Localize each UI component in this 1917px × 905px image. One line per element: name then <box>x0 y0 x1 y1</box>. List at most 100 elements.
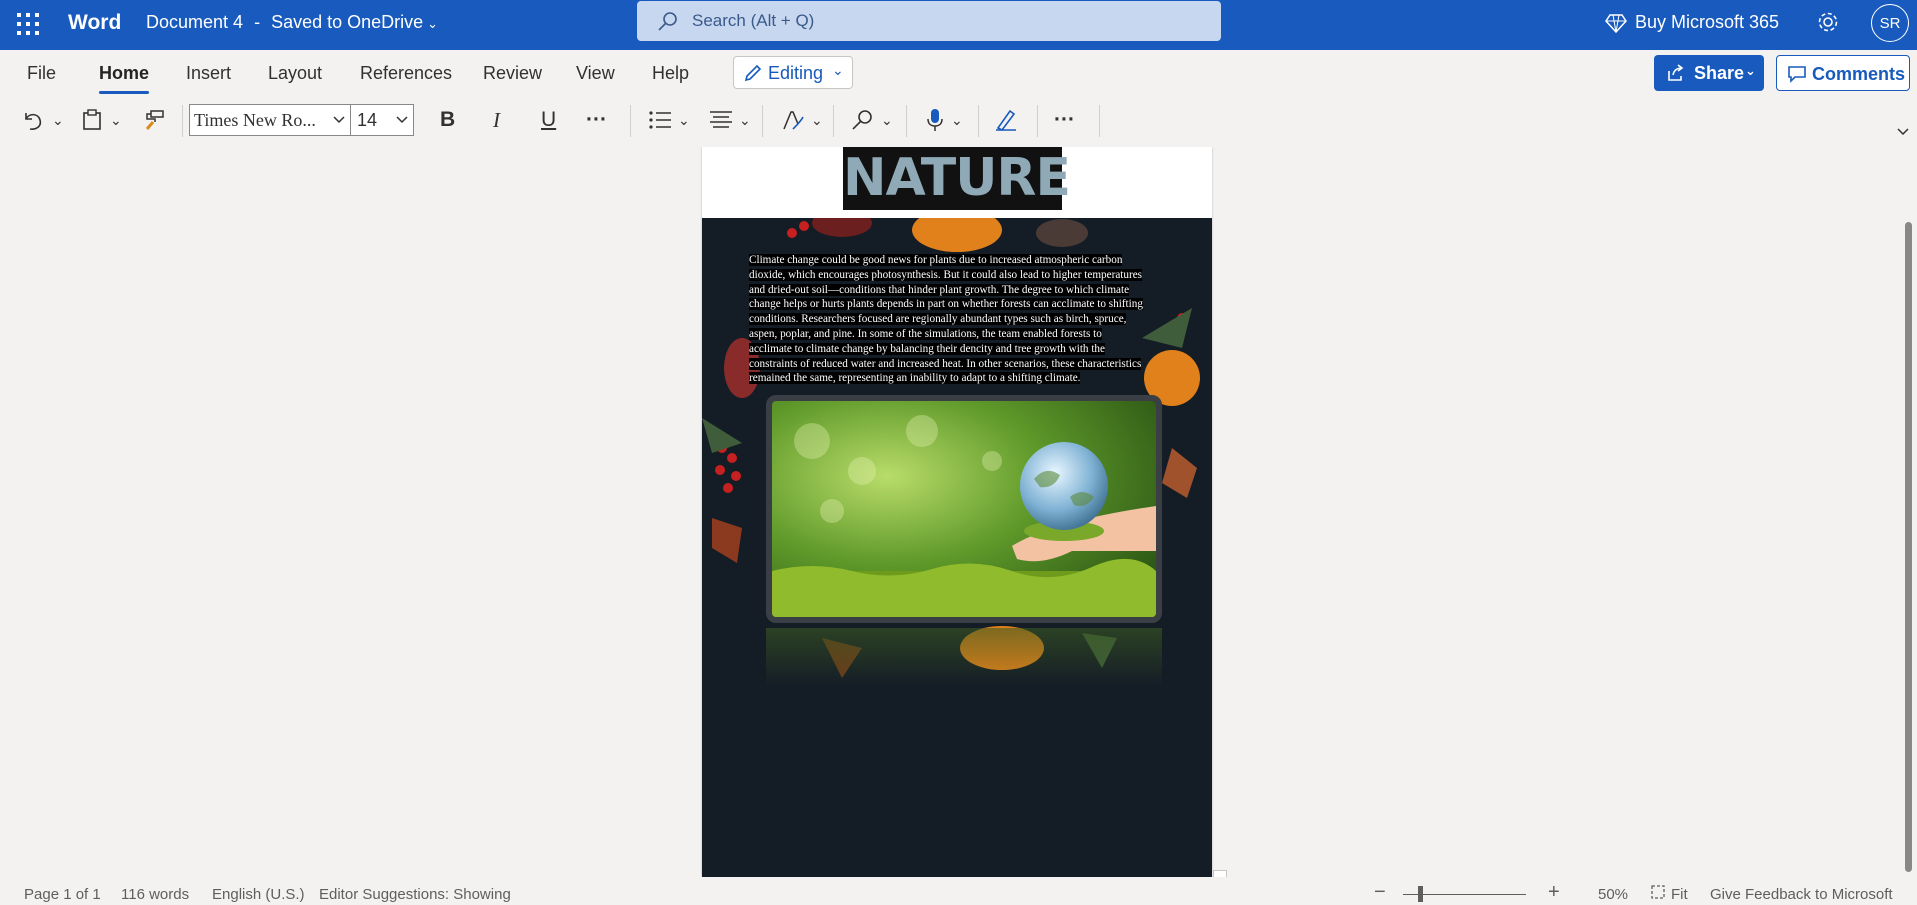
chevron-down-icon <box>396 116 408 124</box>
find-button[interactable]: ⌄ <box>851 97 893 143</box>
search-placeholder: Search (Alt + Q) <box>692 11 815 30</box>
photo-reflection <box>766 628 1162 688</box>
scrollbar-thumb[interactable] <box>1905 222 1912 872</box>
chevron-down-icon: ⌄ <box>811 111 823 128</box>
chevron-down-icon: ⌄ <box>678 111 690 128</box>
align-button[interactable]: ⌄ <box>709 97 751 143</box>
menu-bar: File Home Insert Layout References Revie… <box>0 50 1917 97</box>
tab-home[interactable]: Home <box>99 63 150 94</box>
comments-button[interactable]: Comments <box>1776 55 1910 91</box>
app-name[interactable]: Word <box>68 11 121 35</box>
zoom-level[interactable]: 50% <box>1598 886 1628 903</box>
font-size-select[interactable]: 14 <box>350 104 414 136</box>
styles-icon <box>783 111 804 130</box>
chevron-down-icon: ⌄ <box>832 62 844 78</box>
body-line: acclimate to climate change by balancing… <box>749 342 1105 355</box>
paste-button[interactable]: ⌄ <box>82 97 122 143</box>
tab-insert[interactable]: Insert <box>186 63 231 84</box>
ribbon-separator <box>1099 105 1100 137</box>
collapse-ribbon-chevron-icon[interactable] <box>1896 127 1910 137</box>
document-canvas[interactable]: NATURE Climate change could be good news… <box>0 147 1900 877</box>
tab-references[interactable]: References <box>360 63 452 84</box>
chevron-down-icon: ⌄ <box>951 111 963 128</box>
ribbon-separator <box>762 105 763 137</box>
chevron-down-icon: ⌄ <box>427 16 439 31</box>
chevron-down-icon: ⌄ <box>881 111 893 128</box>
comment-icon <box>1788 66 1806 83</box>
page-background-image: Climate change could be good news for pl… <box>702 218 1212 877</box>
give-feedback-link[interactable]: Give Feedback to Microsoft <box>1710 886 1893 903</box>
share-button[interactable]: Share ⌄ <box>1654 55 1764 91</box>
chevron-down-icon: ⌄ <box>52 111 64 128</box>
home-ribbon: ⌄ ⌄ Times New Ro... 14 B I U ··· ⌄ ⌄ ⌄ ⌄… <box>0 97 1917 148</box>
tab-file[interactable]: File <box>27 63 56 84</box>
tab-review[interactable]: Review <box>483 63 542 84</box>
body-line: dioxide, which encourages photosynthesis… <box>749 268 1143 281</box>
tab-help[interactable]: Help <box>652 63 689 84</box>
clipboard-icon <box>83 109 101 130</box>
align-text-icon <box>710 111 732 128</box>
buy-label: Buy Microsoft 365 <box>1635 12 1780 32</box>
word-count[interactable]: 116 words <box>121 886 189 903</box>
body-line: remained the same, representing an inabi… <box>749 372 1081 385</box>
document-title[interactable]: NATURE <box>843 147 1071 210</box>
zoom-out-button[interactable]: − <box>1374 881 1386 904</box>
microphone-icon <box>927 109 943 131</box>
dictate-button[interactable]: ⌄ <box>925 97 963 143</box>
ribbon-separator <box>182 105 183 137</box>
more-options-button[interactable]: ··· <box>1054 97 1075 143</box>
body-line: constraints of reduced water and increas… <box>749 357 1142 370</box>
nature-photo-globe-in-hand[interactable] <box>766 395 1162 623</box>
fit-icon <box>1651 885 1665 899</box>
font-name-select[interactable]: Times New Ro... <box>189 104 351 136</box>
tab-layout[interactable]: Layout <box>268 63 322 84</box>
magnifier-icon <box>852 110 872 130</box>
document-page[interactable]: NATURE Climate change could be good news… <box>702 147 1212 877</box>
buy-microsoft-365-link[interactable]: Buy Microsoft 365 <box>1605 12 1780 34</box>
editor-button[interactable] <box>994 97 1018 143</box>
status-bar: Page 1 of 1 116 words English (U.S.) Edi… <box>0 877 1917 905</box>
bold-button[interactable]: B <box>440 97 455 143</box>
page-count: Page 1 of 1 <box>24 886 101 903</box>
comments-label: Comments <box>1812 64 1906 84</box>
undo-button[interactable]: ⌄ <box>20 97 64 143</box>
title-separator: - <box>254 12 261 32</box>
settings-gear-icon[interactable] <box>1816 10 1840 34</box>
zoom-slider-thumb[interactable] <box>1418 886 1423 902</box>
underline-button[interactable]: U <box>541 97 556 143</box>
fit-button[interactable]: Fit <box>1671 886 1688 903</box>
italic-button[interactable]: I <box>493 97 500 143</box>
share-icon <box>1668 64 1684 81</box>
editor-suggestions-status[interactable]: Editor Suggestions: Showing <box>319 886 511 903</box>
app-launcher-icon[interactable] <box>16 12 40 36</box>
title-bar: Word Document 4 - Saved to OneDrive ⌄ Sea… <box>0 0 1917 50</box>
chevron-down-icon: ⌄ <box>739 111 751 128</box>
language-indicator[interactable]: English (U.S.) <box>212 886 305 903</box>
undo-icon <box>25 113 42 130</box>
page-number-marker <box>1213 870 1227 877</box>
editor-pen-icon <box>996 109 1016 132</box>
body-line: conditions. Researchers focused are regi… <box>749 313 1127 326</box>
more-font-options-button[interactable]: ··· <box>586 97 607 143</box>
editing-mode-button[interactable]: Editing ⌄ <box>733 56 853 89</box>
styles-button[interactable]: ⌄ <box>781 97 823 143</box>
ribbon-separator <box>906 105 907 137</box>
font-size-value: 14 <box>357 110 378 130</box>
vertical-scrollbar[interactable] <box>1900 147 1917 877</box>
body-paragraph[interactable]: Climate change could be good news for pl… <box>749 253 1169 386</box>
font-name-value: Times New Ro... <box>194 110 316 130</box>
zoom-in-button[interactable]: + <box>1548 881 1560 904</box>
body-line: aspen, poplar, and pine. In some of the … <box>749 327 1102 340</box>
format-painter-icon <box>145 110 164 130</box>
search-icon <box>658 12 677 31</box>
search-box[interactable]: Search (Alt + Q) <box>637 1 1221 41</box>
tab-view[interactable]: View <box>576 63 615 84</box>
user-avatar[interactable]: SR <box>1871 4 1909 42</box>
editing-label: Editing <box>768 63 824 83</box>
save-status: Saved to OneDrive <box>271 12 424 32</box>
diamond-icon <box>1605 14 1627 34</box>
document-name-menu[interactable]: Document 4 - Saved to OneDrive ⌄ <box>146 12 438 33</box>
format-painter-button[interactable] <box>143 97 165 143</box>
bullet-list-icon <box>649 111 671 129</box>
bullets-button[interactable]: ⌄ <box>648 97 690 143</box>
